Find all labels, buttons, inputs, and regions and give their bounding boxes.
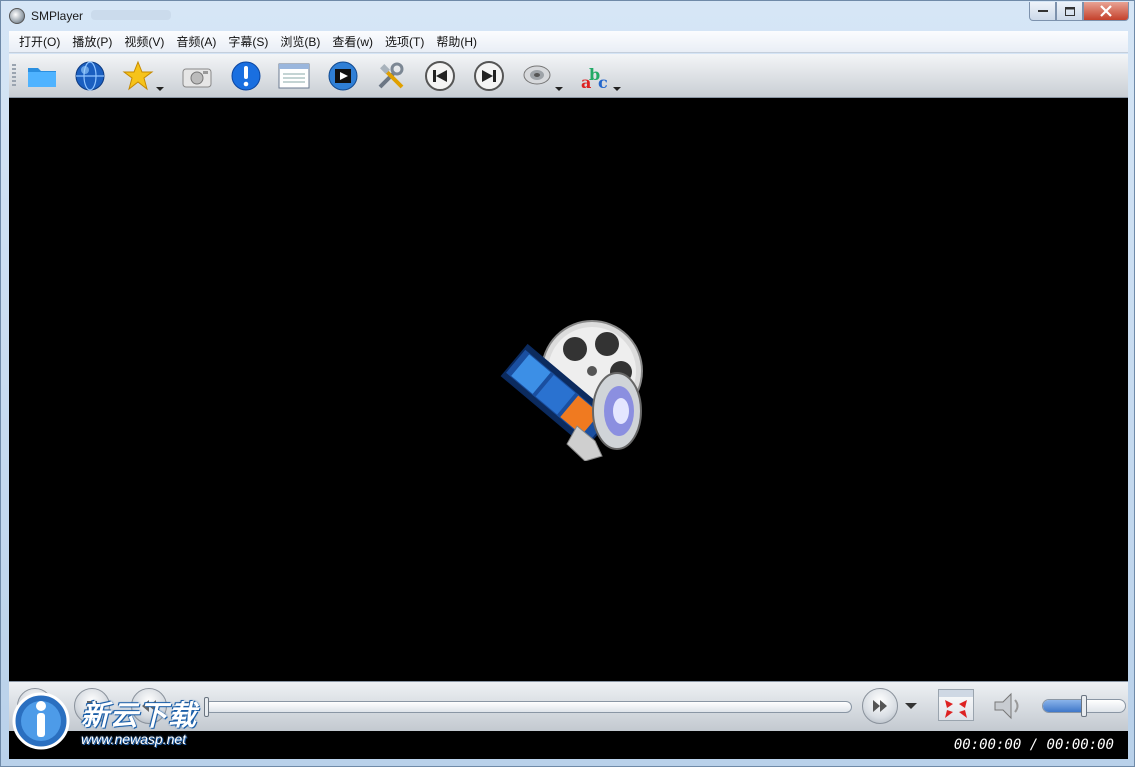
menu-view[interactable]: 查看(w) xyxy=(326,33,379,50)
minimize-button[interactable] xyxy=(1029,2,1056,21)
info-button[interactable] xyxy=(230,60,262,92)
menu-open[interactable]: 打开(O) xyxy=(13,33,66,50)
menu-help[interactable]: 帮助(H) xyxy=(430,33,483,50)
newasp-logo-icon xyxy=(12,692,70,750)
forward-button[interactable] xyxy=(862,688,898,724)
screenshot-camera-icon xyxy=(182,68,212,88)
globe-icon xyxy=(75,61,105,91)
window-controls xyxy=(1029,2,1129,21)
preferences-tools-icon xyxy=(378,62,404,89)
maximize-icon xyxy=(1064,6,1075,16)
video-equalizer-icon xyxy=(328,61,358,91)
favorites-button[interactable] xyxy=(122,60,164,92)
playlist-icon xyxy=(278,63,310,89)
previous-button[interactable] xyxy=(424,60,456,92)
video-equalizer-button[interactable] xyxy=(327,60,359,92)
fullscreen-icon xyxy=(939,690,973,718)
audio-track-button[interactable] xyxy=(521,60,563,92)
volume-level-fill xyxy=(1043,700,1084,712)
window-title: SMPlayer xyxy=(31,9,84,23)
smplayer-icon xyxy=(9,8,25,24)
audio-track-dropdown-icon xyxy=(555,87,563,91)
open-url-button[interactable] xyxy=(74,60,106,92)
menu-options[interactable]: 选项(T) xyxy=(379,33,430,50)
favorites-dropdown-icon xyxy=(156,87,164,91)
next-button[interactable] xyxy=(473,60,505,92)
fullscreen-button[interactable] xyxy=(938,689,974,721)
time-display: 00:00:00 / 00:00:00 xyxy=(953,737,1114,753)
subtitles-abc-icon: a b c xyxy=(581,65,608,92)
next-icon xyxy=(474,61,504,91)
playlist-button[interactable] xyxy=(278,60,310,92)
menu-bar: 打开(O) 播放(P) 视频(V) 音频(A) 字幕(S) 浏览(B) 查看(w… xyxy=(9,31,1128,53)
menu-video[interactable]: 视频(V) xyxy=(118,33,170,50)
favorites-star-icon xyxy=(122,60,154,91)
forward-icon xyxy=(873,700,887,712)
audio-track-icon xyxy=(523,65,551,85)
mute-button[interactable] xyxy=(991,690,1027,722)
smplayer-window: SMPlayer 打开(O) 播放(P) 视频(V) 音频(A) 字幕(S) 浏… xyxy=(0,0,1135,767)
watermark-url: www.newasp.net xyxy=(81,731,187,747)
toolbar-grip[interactable] xyxy=(12,64,16,88)
video-area[interactable] xyxy=(9,98,1128,681)
title-extra-blurred xyxy=(91,10,171,20)
volume-icon xyxy=(994,692,1019,720)
folder-icon xyxy=(28,68,56,87)
volume-handle[interactable] xyxy=(1081,695,1087,717)
minimize-icon xyxy=(1037,10,1048,12)
maximize-button[interactable] xyxy=(1056,2,1083,21)
subtitles-button[interactable]: a b c xyxy=(579,60,621,92)
close-button[interactable] xyxy=(1083,2,1129,21)
menu-browse[interactable]: 浏览(B) xyxy=(274,33,326,50)
site-watermark: 新云下载 www.newasp.net xyxy=(11,691,226,757)
svg-text:c: c xyxy=(598,73,608,92)
preferences-button[interactable] xyxy=(375,60,407,92)
forward-dropdown-icon[interactable] xyxy=(905,703,917,709)
screenshot-button[interactable] xyxy=(181,60,213,92)
close-icon xyxy=(1100,5,1112,17)
seek-bar[interactable] xyxy=(204,701,852,713)
title-bar[interactable]: SMPlayer xyxy=(1,1,1134,31)
open-file-button[interactable] xyxy=(26,60,58,92)
watermark-cn-text: 新云下载 xyxy=(81,700,198,731)
menu-play[interactable]: 播放(P) xyxy=(66,33,118,50)
main-toolbar: a b c xyxy=(9,54,1128,98)
previous-icon xyxy=(425,61,455,91)
smplayer-logo-icon xyxy=(500,320,643,461)
menu-audio[interactable]: 音频(A) xyxy=(170,33,222,50)
info-icon xyxy=(231,61,261,91)
menu-subtitles[interactable]: 字幕(S) xyxy=(222,33,274,50)
subtitles-dropdown-icon xyxy=(613,87,621,91)
